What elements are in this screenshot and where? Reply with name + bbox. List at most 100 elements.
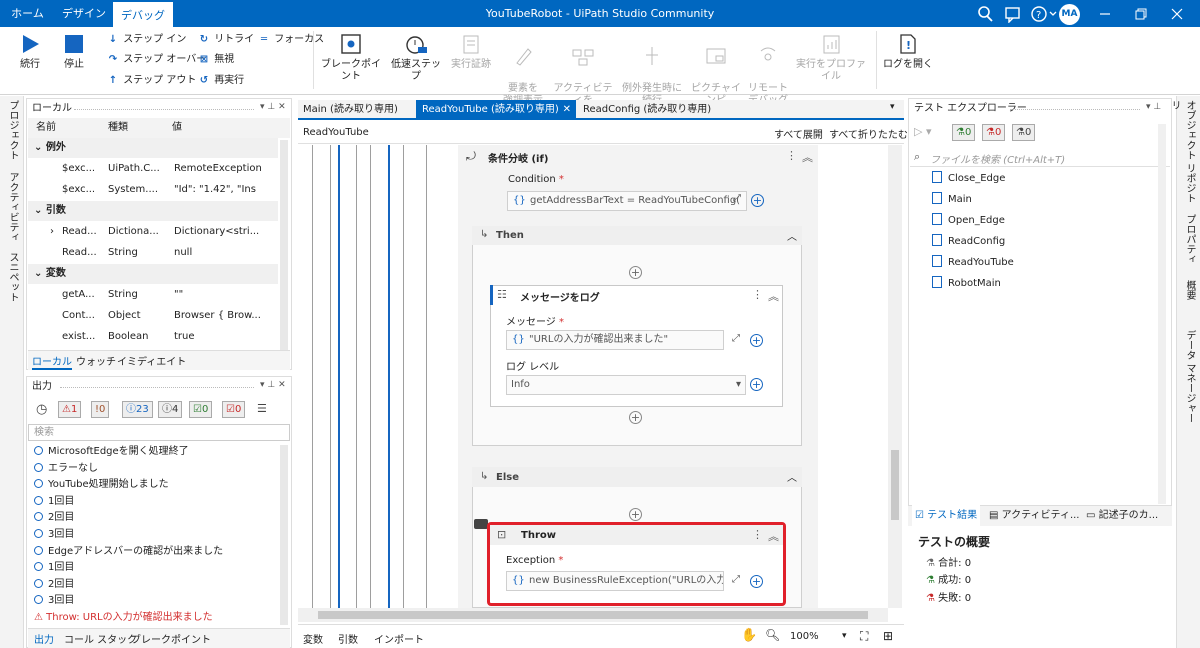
output-line[interactable]: 1回目 [34,493,74,510]
tab-output[interactable]: 出力 [34,631,54,646]
output-line[interactable]: MicrosoftEdgeを開く処理終了 [34,443,189,460]
stop-button[interactable]: 停止 [54,29,94,71]
fit-screen-icon[interactable]: ⛶ [860,629,868,644]
pin-icon[interactable]: ▾ ⊥ ✕ [260,380,286,390]
close-tab-icon[interactable]: ✕ [563,100,571,120]
exception-input[interactable]: {} new BusinessRuleException("URLの入力が [506,571,724,591]
more-options-icon[interactable]: ⋮ [752,528,763,541]
doc-tab-main[interactable]: Main (読み取り専用) [298,100,412,120]
pin-icon[interactable]: ▾ ⊥ [1146,102,1161,112]
locals-scrollbar[interactable] [280,140,288,350]
test-file-item[interactable]: ReadConfig [932,231,1005,252]
designer-hscroll-thumb[interactable] [318,611,868,619]
add-activity-icon[interactable]: + [629,266,642,279]
ignore-button[interactable]: ⊠ 無視 [197,52,234,68]
collapse-icon[interactable]: ︿ [787,228,797,243]
retry-button[interactable]: ↻ リトライ [197,32,254,48]
feedback-icon[interactable] [1004,5,1022,24]
vtab-snippets[interactable]: スニペット [4,252,20,304]
output-line[interactable]: 3回目 [34,526,74,543]
more-options-icon[interactable]: ⋮ [786,149,797,162]
tab-call-stack[interactable]: コール スタック [64,631,137,646]
step-out-button[interactable]: ↑ ステップ アウト [106,73,197,89]
warning-filter-button[interactable]: !0 [91,401,110,418]
collapse-icon[interactable]: ︽ [768,528,779,544]
help-icon[interactable]: ? [1030,5,1058,23]
trace-filter-button[interactable]: ⓘ4 [158,401,183,418]
expand-editor-icon[interactable]: ⤢ [733,193,741,204]
breakpoint-button[interactable]: ブレークポイント [318,29,384,83]
tab-immediate[interactable]: イミディエイト [117,353,186,368]
failed-count-button[interactable]: ⚗0 [982,124,1006,141]
output-line[interactable]: 3回目 [34,592,74,609]
focus-button[interactable]: ═ フォーカス [257,32,324,48]
expand-editor-icon[interactable]: ⤢ [732,574,740,585]
message-input[interactable]: {} "URLの入力が確認出来ました" [506,330,724,350]
success-filter-button[interactable]: ☑0 [189,401,213,418]
add-activity-icon[interactable]: + [629,508,642,521]
tab-breakpoints[interactable]: ブレークポイント [131,631,211,646]
slow-step-button[interactable]: 低速ステップ [388,29,444,83]
breadcrumb[interactable]: ReadYouTube [303,127,369,138]
collapse-icon[interactable]: ︽ [768,288,779,304]
profile-execution-button[interactable]: 実行をプロファイル [792,29,870,83]
output-line[interactable]: 2回目 [34,576,74,593]
output-line[interactable]: エラーなし [34,460,98,477]
tab-descriptor-coverage[interactable]: ▭ 記述子のカ... [1083,505,1171,526]
test-file-item[interactable]: Close_Edge [932,168,1005,189]
tab-activity-coverage[interactable]: ▤ アクティビティ... [986,505,1080,526]
output-line[interactable]: 2回目 [34,509,74,526]
expand-editor-icon[interactable]: ⤢ [732,333,740,344]
add-variable-icon[interactable]: + [750,575,763,588]
collapse-icon[interactable]: ︿ [787,469,797,484]
tab-dropdown-icon[interactable]: ▾ [890,102,895,112]
locals-section-header[interactable]: ⌄ 例外 [28,138,278,158]
overview-icon[interactable]: ⊞ [883,629,893,643]
add-variable-icon[interactable]: + [751,194,764,207]
step-over-button[interactable]: ↷ ステップ オーバー [106,52,206,68]
tab-home[interactable]: ホーム [0,0,55,27]
locals-section-header[interactable]: ⌄ 引数 [28,201,278,221]
collapse-icon[interactable]: ︽ [802,149,813,165]
avatar[interactable]: MA [1059,4,1080,25]
chevron-down-icon[interactable]: ▾ [842,631,847,641]
log-level-select[interactable]: Info ▾ [506,375,746,395]
tab-locals[interactable]: ローカル [32,353,72,370]
vtab-outline[interactable]: 概要 [1181,280,1197,316]
tab-arguments[interactable]: 引数 [338,631,358,646]
pin-icon[interactable]: ▾ ⊥ ✕ [260,102,286,112]
designer-vscroll-thumb[interactable] [891,450,899,520]
tab-watch[interactable]: ウォッチ [76,353,116,368]
tab-test-results[interactable]: ☑ テスト結果 [912,505,980,526]
run-tests-icon[interactable]: ▷ ▾ [914,125,931,138]
vtab-project[interactable]: プロジェクト [4,100,20,162]
search-icon[interactable] [976,5,994,23]
tab-design[interactable]: デザイン [55,0,113,27]
info-filter-button[interactable]: ⓘ23 [122,401,153,418]
more-options-icon[interactable]: ⋮ [752,288,763,301]
add-activity-icon[interactable]: + [629,411,642,424]
test-file-item[interactable]: Main [932,189,972,210]
tab-imports[interactable]: インポート [374,631,424,646]
test-file-item[interactable]: ReadYouTube [932,252,1014,273]
output-line[interactable]: YouTube処理開始しました [34,476,169,493]
collapse-all-button[interactable]: すべて折りたたむ [829,126,908,141]
output-error-line[interactable]: ⚠ Throw: URLの入力が確認出来ました [34,609,213,626]
designer-vscrollbar[interactable] [888,145,902,608]
minimize-icon[interactable] [1098,7,1112,21]
add-variable-icon[interactable]: + [750,378,763,391]
vtab-object-repository[interactable]: オブジェクト リポジトリ [1169,100,1197,210]
open-logs-button[interactable]: ! ログを開く [882,29,934,71]
zoom-icon[interactable]: 🔍︎ [765,628,780,642]
test-explorer-scrollbar[interactable] [1158,124,1166,504]
condition-input[interactable]: {} getAddressBarText = ReadYouTubeConfig( [507,191,747,211]
restore-icon[interactable] [1134,7,1148,21]
vtab-data-manager[interactable]: データ マネージャー [1181,330,1197,440]
output-scrollbar[interactable] [280,445,288,625]
close-icon[interactable] [1170,7,1184,21]
output-line[interactable]: Edgeアドレスバーの確認が出来ました [34,543,223,560]
fail-filter-button[interactable]: ☑0 [222,401,246,418]
execution-trail-button[interactable]: 実行証跡 [448,29,494,71]
zoom-level[interactable]: 100% [790,631,819,642]
passed-count-button[interactable]: ⚗0 [952,124,976,141]
